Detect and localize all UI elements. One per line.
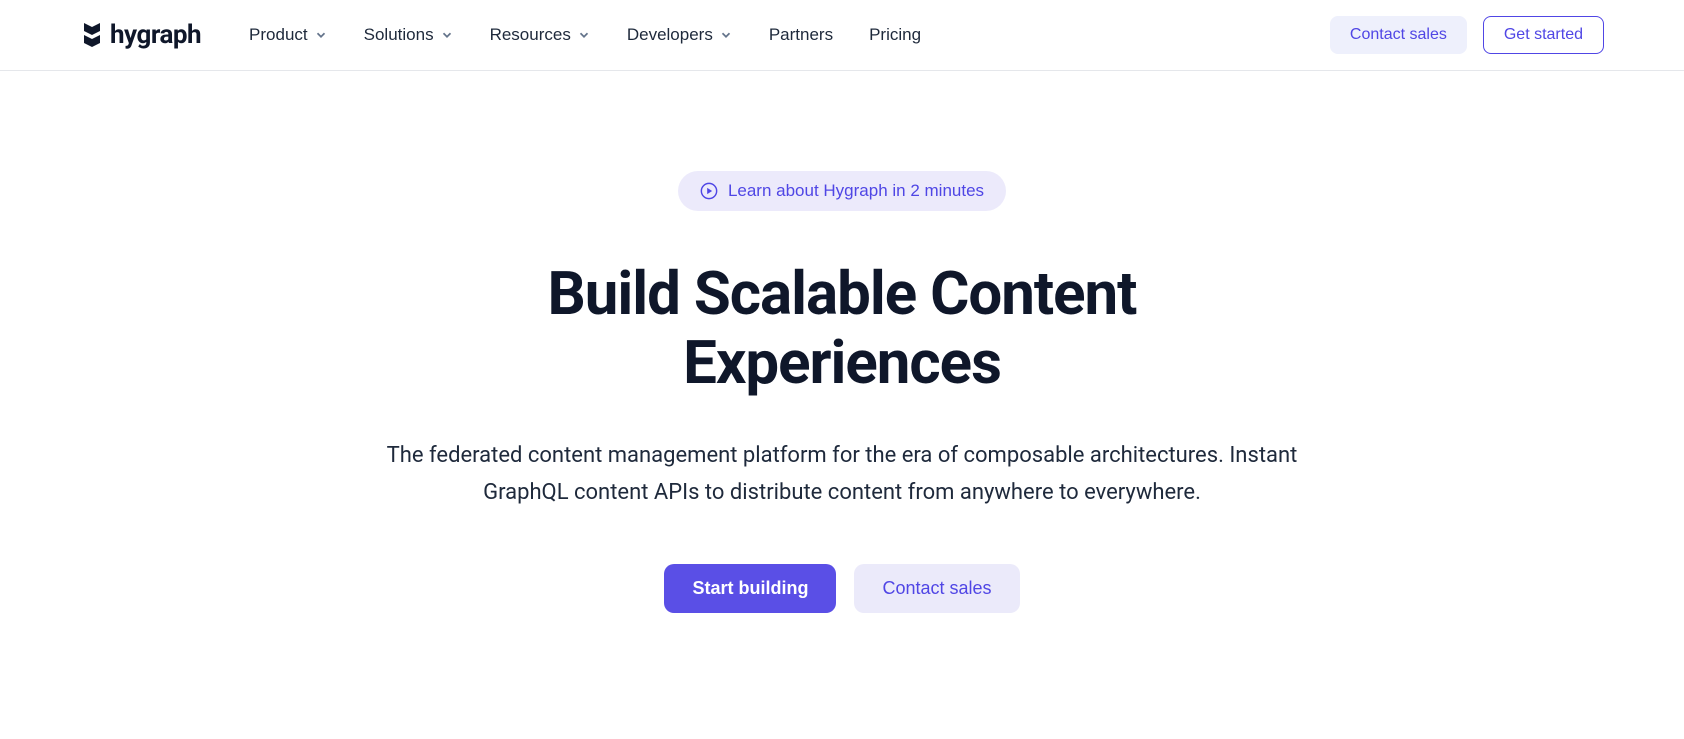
brand-logo[interactable]: hygraph bbox=[80, 20, 201, 50]
header-actions: Contact sales Get started bbox=[1330, 16, 1604, 54]
nav-developers[interactable]: Developers bbox=[627, 25, 733, 45]
nav-label: Partners bbox=[769, 25, 833, 45]
nav-label: Pricing bbox=[869, 25, 921, 45]
hero-subheadline: The federated content management platfor… bbox=[382, 437, 1302, 512]
hero-actions: Start building Contact sales bbox=[664, 564, 1019, 613]
chevron-down-icon bbox=[314, 28, 328, 42]
main-header: hygraph Product Solutions Resources Deve… bbox=[0, 0, 1684, 71]
nav-label: Product bbox=[249, 25, 308, 45]
play-circle-icon bbox=[700, 182, 718, 200]
nav-product[interactable]: Product bbox=[249, 25, 328, 45]
nav-label: Resources bbox=[490, 25, 571, 45]
get-started-button[interactable]: Get started bbox=[1483, 16, 1604, 54]
nav-resources[interactable]: Resources bbox=[490, 25, 591, 45]
chevron-down-icon bbox=[440, 28, 454, 42]
nav-solutions[interactable]: Solutions bbox=[364, 25, 454, 45]
main-nav: Product Solutions Resources Developers P… bbox=[249, 25, 1330, 45]
start-building-button[interactable]: Start building bbox=[664, 564, 836, 613]
hero-headline: Build Scalable Content Experiences bbox=[392, 259, 1292, 397]
contact-sales-hero-button[interactable]: Contact sales bbox=[854, 564, 1019, 613]
pill-text: Learn about Hygraph in 2 minutes bbox=[728, 181, 984, 201]
learn-about-pill[interactable]: Learn about Hygraph in 2 minutes bbox=[678, 171, 1006, 211]
chevron-down-icon bbox=[577, 28, 591, 42]
brand-name: hygraph bbox=[110, 20, 201, 50]
nav-label: Solutions bbox=[364, 25, 434, 45]
nav-partners[interactable]: Partners bbox=[769, 25, 833, 45]
hero-section: Learn about Hygraph in 2 minutes Build S… bbox=[0, 71, 1684, 653]
nav-pricing[interactable]: Pricing bbox=[869, 25, 921, 45]
hygraph-logo-icon bbox=[80, 21, 104, 49]
contact-sales-button[interactable]: Contact sales bbox=[1330, 16, 1467, 54]
nav-label: Developers bbox=[627, 25, 713, 45]
chevron-down-icon bbox=[719, 28, 733, 42]
